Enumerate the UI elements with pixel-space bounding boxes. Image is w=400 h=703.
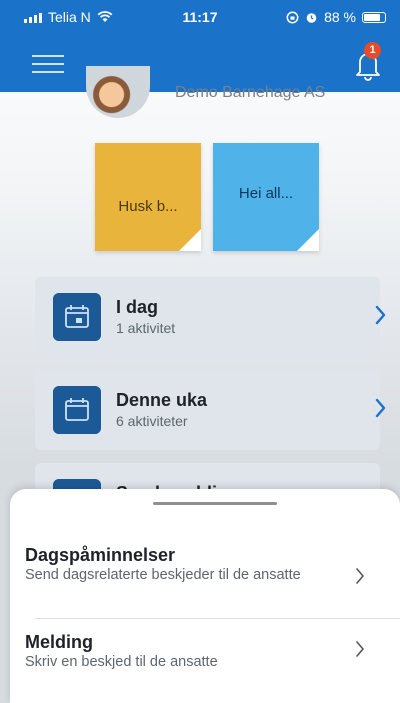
activity-card-today[interactable]: I dag 1 aktivitet [35, 277, 386, 357]
note-text: Hei all... [238, 185, 294, 202]
top-bar: Telia N 11:17 88 % 1 [0, 0, 400, 92]
status-right: 88 % [286, 9, 386, 25]
sheet-item-day-reminders[interactable]: Dagspåminnelser Send dagsrelaterte beskj… [0, 545, 390, 617]
sheet-item-title: Dagspåminnelser [25, 545, 176, 565]
notification-badge: 1 [364, 42, 381, 59]
app-screen: Telia N 11:17 88 % 1 Demo Barnehage AS H… [0, 0, 400, 703]
sheet-item-message[interactable]: Melding Skriv en beskjed til de ansatte [0, 632, 390, 676]
activity-card-week[interactable]: Denne uka 6 aktiviteter [35, 370, 386, 450]
note-text: Husk b... [118, 198, 178, 215]
rotation-lock-icon [286, 11, 299, 23]
sheet-item-title: Melding [25, 632, 93, 652]
sheet-grabber[interactable] [153, 502, 277, 505]
status-bar: Telia N 11:17 88 % [0, 0, 400, 34]
activity-title: I dag [116, 297, 159, 317]
avatar[interactable] [86, 66, 150, 118]
alarm-icon [306, 12, 317, 23]
note-2[interactable]: Hei all... [213, 143, 319, 251]
activity-subtitle: 1 aktivitet [116, 320, 176, 336]
chevron-right-icon [356, 568, 364, 584]
chevron-right-icon [356, 641, 364, 657]
chevron-right-icon [375, 305, 386, 325]
sheet-item-subtitle: Skriv en beskjed til de ansatte [25, 654, 218, 670]
battery-percent: 88 % [324, 9, 356, 25]
calendar-icon [53, 386, 101, 434]
organization-name: Demo Barnehage AS [175, 84, 326, 101]
chevron-right-icon [375, 398, 386, 418]
sheet-item-subtitle: Send dagsrelaterte beskjeder til de ansa… [25, 567, 301, 583]
activity-title: Denne uka [116, 390, 208, 410]
note-fold [297, 229, 319, 251]
activity-subtitle: 6 aktiviteter [116, 413, 188, 429]
note-1[interactable]: Husk b... [95, 143, 201, 251]
menu-button[interactable] [32, 52, 64, 76]
note-fold [179, 229, 201, 251]
calendar-icon [53, 293, 101, 341]
battery-icon [362, 11, 386, 23]
sheet-divider [35, 618, 400, 619]
